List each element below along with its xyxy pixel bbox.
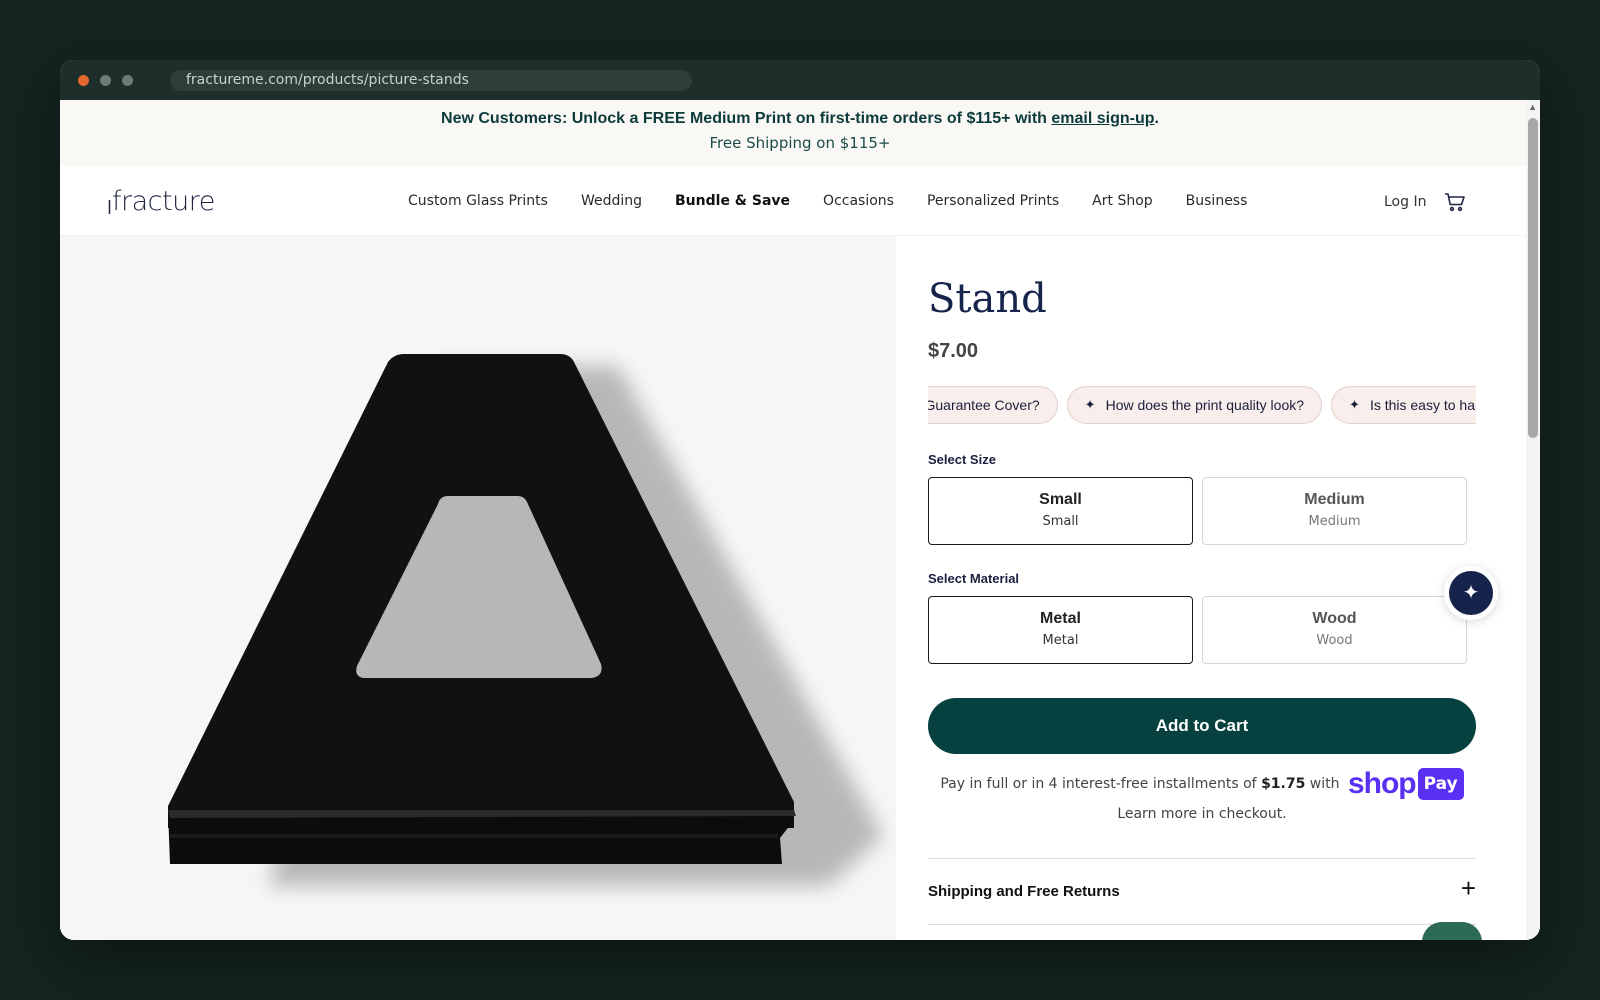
- size-option-small[interactable]: Small Small: [928, 477, 1193, 545]
- logo-text: fracture: [112, 186, 214, 216]
- promo-text: New Customers: Unlock a FREE Medium Prin…: [441, 110, 1052, 127]
- option-subtitle: Metal: [1042, 633, 1079, 648]
- plus-icon[interactable]: +: [1461, 873, 1476, 904]
- minimize-window-button[interactable]: [100, 75, 111, 86]
- option-title: Small: [1039, 491, 1082, 508]
- cart-icon[interactable]: [1443, 190, 1467, 214]
- promo-banner: New Customers: Unlock a FREE Medium Prin…: [60, 100, 1540, 166]
- size-options: Small Small Medium Medium: [928, 477, 1476, 545]
- scrollbar-thumb[interactable]: [1528, 118, 1538, 438]
- add-to-cart-button[interactable]: Add to Cart: [928, 698, 1476, 754]
- select-size-label: Select Size: [928, 452, 996, 467]
- shop-pay-pay: Pay: [1417, 768, 1464, 800]
- shipping-returns-accordion[interactable]: Shipping and Free Returns +: [928, 858, 1476, 925]
- shop-pay-shop: shop: [1347, 767, 1417, 800]
- size-option-medium[interactable]: Medium Medium: [1202, 477, 1467, 545]
- option-subtitle: Small: [1042, 514, 1079, 529]
- shop-pay-logo[interactable]: shop Pay: [1348, 768, 1464, 800]
- material-option-wood[interactable]: Wood Wood: [1202, 596, 1467, 664]
- option-title: Medium: [1304, 491, 1365, 508]
- main-nav: fracture Custom Glass Prints Wedding Bun…: [60, 166, 1540, 236]
- material-options: Metal Metal Wood Wood: [928, 596, 1476, 664]
- installments-with: with: [1305, 776, 1340, 792]
- promo-period: .: [1154, 110, 1159, 127]
- nav-link-business[interactable]: Business: [1186, 193, 1248, 209]
- chip-label: What Does the Guarantee Cover?: [928, 397, 1040, 413]
- product-title: Stand: [928, 276, 1047, 322]
- installments-text: Pay in full or in 4 interest-free instal…: [940, 776, 1262, 792]
- installments-info: Pay in full or in 4 interest-free instal…: [928, 768, 1476, 828]
- browser-window: fractureme.com/products/picture-stands N…: [60, 60, 1540, 940]
- option-title: Wood: [1312, 610, 1357, 627]
- chip-guarantee[interactable]: What Does the Guarantee Cover?: [928, 386, 1058, 424]
- email-signup-link[interactable]: email sign-up: [1051, 110, 1154, 127]
- sparkle-icon: ✦: [1084, 397, 1096, 412]
- nav-link-custom-glass-prints[interactable]: Custom Glass Prints: [408, 193, 548, 209]
- ai-assistant-button[interactable]: ✦: [1444, 566, 1498, 620]
- scroll-up-arrow-icon[interactable]: ▲: [1528, 102, 1537, 112]
- nav-link-wedding[interactable]: Wedding: [581, 193, 642, 209]
- chip-easy-to-hang[interactable]: ✦ Is this easy to hang?: [1331, 386, 1476, 424]
- maximize-window-button[interactable]: [122, 75, 133, 86]
- option-subtitle: Medium: [1308, 514, 1361, 529]
- browser-chrome: fractureme.com/products/picture-stands: [60, 60, 1540, 100]
- nav-link-bundle-save[interactable]: Bundle & Save: [675, 193, 790, 209]
- login-link[interactable]: Log In: [1384, 194, 1426, 210]
- product-price: $7.00: [928, 340, 979, 362]
- chip-label: Is this easy to hang?: [1369, 397, 1476, 413]
- product-image[interactable]: [60, 236, 896, 940]
- sparkles-icon: ✦: [1449, 571, 1493, 615]
- material-option-metal[interactable]: Metal Metal: [928, 596, 1193, 664]
- nav-link-occasions[interactable]: Occasions: [823, 193, 894, 209]
- chat-widget-button[interactable]: [1422, 922, 1482, 940]
- nav-links: Custom Glass Prints Wedding Bundle & Sav…: [408, 166, 1280, 236]
- accordion-title: Shipping and Free Returns: [928, 883, 1120, 900]
- select-material-label: Select Material: [928, 571, 1020, 586]
- sparkle-icon: ✦: [1349, 397, 1360, 412]
- nav-link-art-shop[interactable]: Art Shop: [1092, 193, 1152, 209]
- web-page: New Customers: Unlock a FREE Medium Prin…: [60, 100, 1540, 940]
- close-window-button[interactable]: [78, 75, 89, 86]
- product-info: Stand $7.00 What Does the Guarantee Cove…: [928, 236, 1476, 925]
- fracture-logo[interactable]: fracture: [108, 186, 215, 221]
- learn-more-text: Learn more in checkout.: [1117, 806, 1287, 822]
- installment-amount: $1.75: [1261, 776, 1306, 792]
- promo-headline: New Customers: Unlock a FREE Medium Prin…: [60, 110, 1540, 128]
- address-bar[interactable]: fractureme.com/products/picture-stands: [170, 70, 692, 91]
- chip-print-quality[interactable]: ✦ How does the print quality look?: [1066, 386, 1323, 424]
- chip-label: How does the print quality look?: [1105, 397, 1305, 413]
- question-chips: What Does the Guarantee Cover? ✦ How doe…: [928, 386, 1476, 426]
- option-subtitle: Wood: [1316, 633, 1353, 648]
- nav-link-personalized-prints[interactable]: Personalized Prints: [927, 193, 1059, 209]
- free-shipping-text: Free Shipping on $115+: [709, 134, 891, 152]
- option-title: Metal: [1040, 610, 1081, 627]
- page-scrollbar[interactable]: ▲: [1526, 100, 1540, 940]
